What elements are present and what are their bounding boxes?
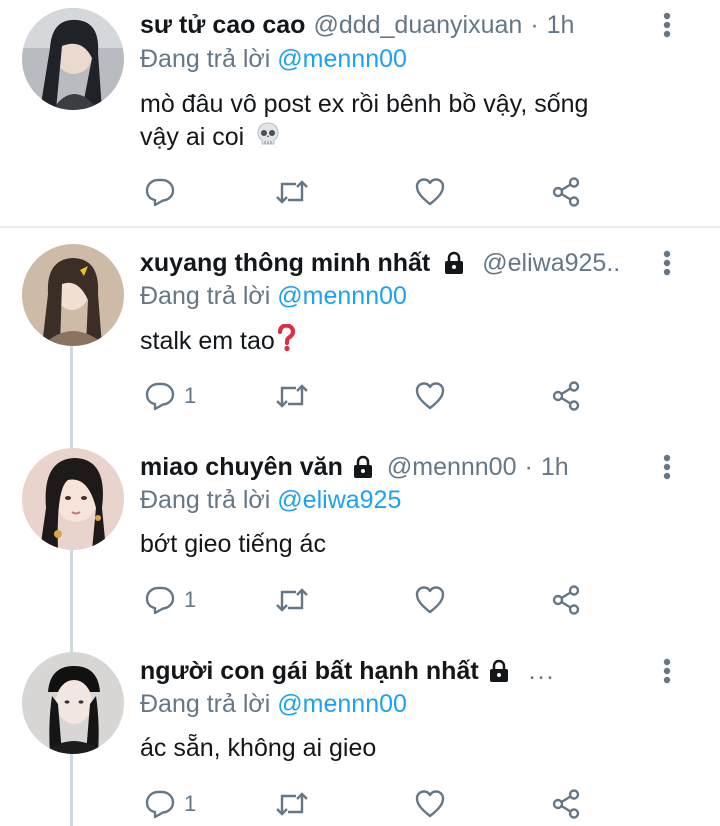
display-name[interactable]: sư tử cao cao bbox=[140, 11, 305, 40]
skull-emoji-icon bbox=[255, 121, 281, 156]
lock-icon bbox=[487, 659, 511, 683]
mention-link[interactable]: @eliwa925 bbox=[277, 486, 401, 514]
tweet-text-line: vậy ai coi bbox=[140, 121, 660, 156]
tweet-text-part: vậy ai coi bbox=[140, 123, 245, 152]
reply-count: 1 bbox=[184, 791, 197, 816]
avatar[interactable] bbox=[22, 652, 124, 754]
user-handle[interactable]: @eliwa925.. bbox=[482, 249, 620, 278]
tweet-1[interactable]: sư tử cao cao @ddd_duanyixuan · 1h Đang … bbox=[0, 0, 720, 226]
like-icon bbox=[415, 382, 445, 410]
display-name[interactable]: người con gái bất hạnh nhất bbox=[140, 657, 479, 686]
separator-dot: · bbox=[530, 10, 539, 39]
share-button[interactable] bbox=[550, 784, 582, 824]
reply-button[interactable]: 1 bbox=[144, 580, 196, 620]
lock-icon bbox=[351, 455, 375, 479]
like-button[interactable] bbox=[414, 784, 446, 824]
tweet-actions: 1 bbox=[140, 784, 600, 824]
more-options-icon[interactable] bbox=[656, 450, 678, 484]
tweet-actions: 1 bbox=[140, 376, 600, 416]
reply-button[interactable]: 1 bbox=[144, 784, 196, 824]
like-button[interactable] bbox=[414, 172, 446, 212]
share-button[interactable] bbox=[550, 376, 582, 416]
tweet-actions bbox=[140, 172, 600, 212]
replying-to-label: Đang trả lời bbox=[140, 45, 271, 73]
timestamp[interactable]: 1h bbox=[547, 11, 575, 40]
share-button[interactable] bbox=[550, 580, 582, 620]
share-icon bbox=[552, 789, 580, 819]
share-button[interactable] bbox=[550, 172, 582, 212]
tweet-text: bớt gieo tiếng ác bbox=[140, 528, 660, 561]
replying-to: Đang trả lời @eliwa925 bbox=[140, 486, 401, 515]
tweet-text-part: stalk em tao bbox=[140, 327, 275, 356]
red-question-mark-emoji-icon bbox=[277, 323, 295, 361]
replying-to: Đang trả lời @mennn00 bbox=[140, 690, 407, 719]
more-options-icon[interactable] bbox=[656, 246, 678, 280]
retweet-button[interactable] bbox=[274, 580, 310, 620]
tweet-text: mò đâu vô post ex rồi bênh bồ vậy, sống … bbox=[140, 88, 660, 156]
user-handle[interactable]: @ddd_duanyixuan bbox=[313, 11, 522, 40]
tweet-header: miao chuyên văn @mennn00 · 1h bbox=[140, 450, 650, 484]
retweet-icon bbox=[276, 180, 308, 204]
tweet-divider bbox=[0, 226, 720, 228]
reply-button[interactable] bbox=[144, 172, 176, 212]
reply-count: 1 bbox=[184, 587, 197, 612]
lock-icon bbox=[442, 251, 466, 275]
replying-to-label: Đang trả lời bbox=[140, 690, 271, 718]
share-icon bbox=[552, 585, 580, 615]
tweet-header: người con gái bất hạnh nhất ... bbox=[140, 654, 650, 688]
replying-to: Đang trả lời @mennn00 bbox=[140, 45, 407, 74]
user-handle[interactable]: @mennn00 bbox=[387, 453, 517, 482]
reply-button[interactable]: 1 bbox=[144, 376, 196, 416]
display-name[interactable]: xuyang thông minh nhất bbox=[140, 249, 430, 278]
like-icon bbox=[415, 178, 445, 206]
reply-icon bbox=[145, 382, 175, 411]
like-icon bbox=[415, 790, 445, 818]
retweet-button[interactable] bbox=[274, 376, 310, 416]
display-name[interactable]: miao chuyên văn bbox=[140, 453, 343, 482]
reply-icon bbox=[145, 178, 175, 207]
reply-count: 1 bbox=[184, 383, 197, 408]
mention-link[interactable]: @mennn00 bbox=[277, 282, 407, 310]
retweet-icon bbox=[276, 384, 308, 408]
share-icon bbox=[552, 381, 580, 411]
tweet-text: ác sẵn, không ai gieo bbox=[140, 732, 660, 765]
reply-icon bbox=[145, 790, 175, 819]
mention-link[interactable]: @mennn00 bbox=[277, 45, 407, 73]
replying-to-label: Đang trả lời bbox=[140, 282, 271, 310]
tweet-4[interactable]: người con gái bất hạnh nhất ... Đang trả… bbox=[0, 652, 720, 826]
like-button[interactable] bbox=[414, 580, 446, 620]
share-icon bbox=[552, 177, 580, 207]
tweet-text: stalk em tao bbox=[140, 323, 660, 361]
mention-link[interactable]: @mennn00 bbox=[277, 690, 407, 718]
tweet-text-part: bớt gieo tiếng ác bbox=[140, 530, 326, 558]
retweet-button[interactable] bbox=[274, 172, 310, 212]
like-icon bbox=[415, 586, 445, 614]
avatar[interactable] bbox=[22, 244, 124, 346]
more-options-icon[interactable] bbox=[656, 8, 678, 42]
tweet-text-part: ác sẵn, không ai gieo bbox=[140, 734, 377, 762]
more-options-icon[interactable] bbox=[656, 654, 678, 688]
tweet-text-line: mò đâu vô post ex rồi bênh bồ vậy, sống bbox=[140, 90, 589, 118]
separator-dot: · bbox=[524, 452, 533, 481]
avatar[interactable] bbox=[22, 8, 124, 110]
tweet-actions: 1 bbox=[140, 580, 600, 620]
tweet-header: sư tử cao cao @ddd_duanyixuan · 1h bbox=[140, 8, 650, 42]
like-button[interactable] bbox=[414, 376, 446, 416]
retweet-button[interactable] bbox=[274, 784, 310, 824]
tweet-header: xuyang thông minh nhất @eliwa925.. bbox=[140, 246, 650, 280]
reply-icon bbox=[145, 586, 175, 615]
tweet-2[interactable]: xuyang thông minh nhất @eliwa925.. Đang … bbox=[0, 244, 720, 440]
timestamp[interactable]: 1h bbox=[541, 453, 569, 482]
tweet-3[interactable]: miao chuyên văn @mennn00 · 1h Đang trả l… bbox=[0, 448, 720, 644]
avatar[interactable] bbox=[22, 448, 124, 550]
replying-to: Đang trả lời @mennn00 bbox=[140, 282, 407, 311]
truncated-handle: ... bbox=[528, 656, 556, 685]
retweet-icon bbox=[276, 792, 308, 816]
retweet-icon bbox=[276, 588, 308, 612]
replying-to-label: Đang trả lời bbox=[140, 486, 271, 514]
